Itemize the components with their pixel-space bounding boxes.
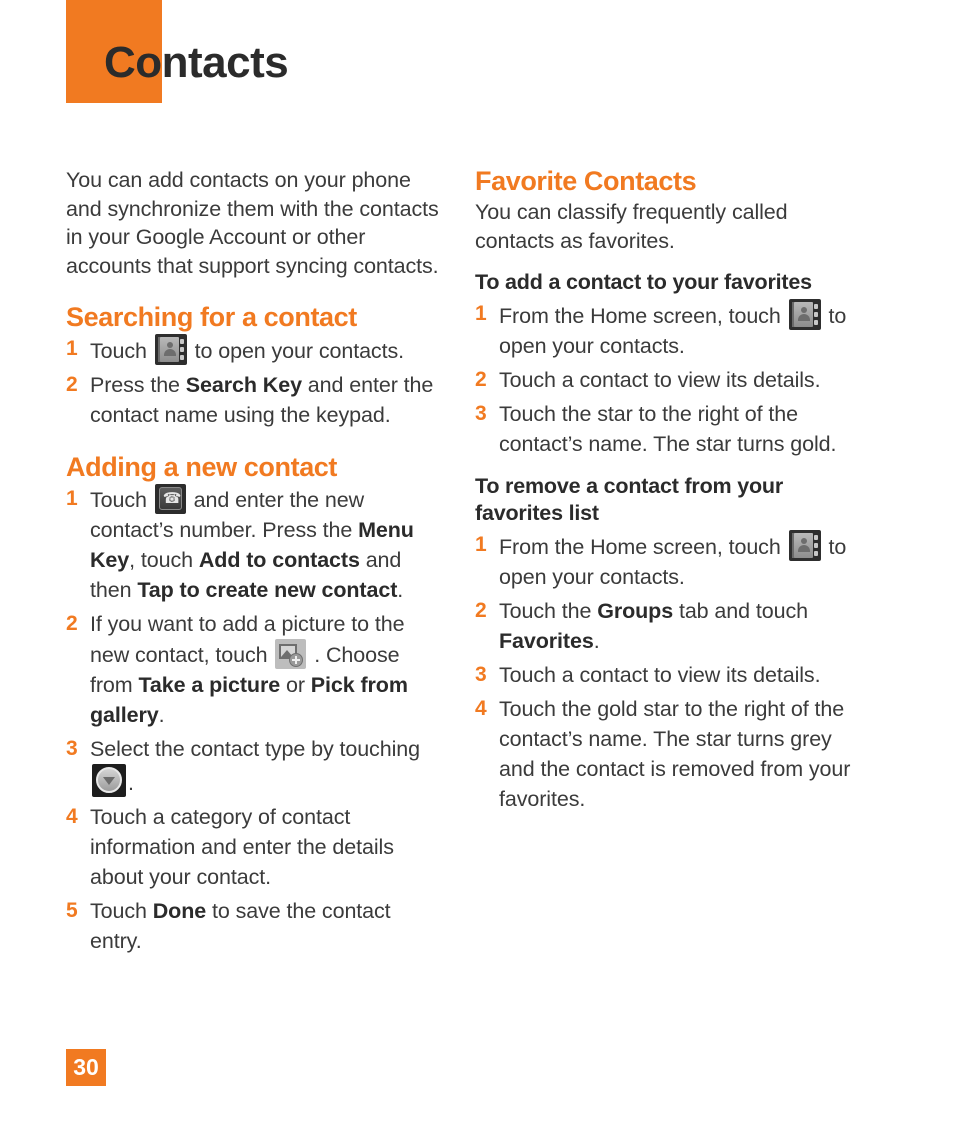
- left-column: You can add contacts on your phone and s…: [66, 166, 446, 960]
- step-item: 1 From the Home screen, touch to open you…: [475, 299, 855, 361]
- emphasis-text: Search Key: [185, 373, 302, 398]
- step-number: 3: [475, 402, 487, 426]
- step-number: 3: [66, 737, 78, 761]
- body-text: Touch: [90, 899, 153, 924]
- step-number: 2: [475, 599, 487, 623]
- step-item: 5 Touch Done to save the contact entry.: [66, 896, 446, 956]
- body-text: Touch the: [499, 599, 598, 624]
- section-heading: Adding a new contact: [66, 452, 338, 483]
- step-item: 3 Touch a contact to view its details.: [475, 660, 855, 690]
- step-number: 3: [475, 663, 487, 687]
- step-number: 2: [475, 368, 487, 392]
- body-text: Touch the gold star to the right of the …: [499, 697, 851, 812]
- body-text: .: [397, 578, 404, 603]
- page-number-badge: 30: [66, 1049, 106, 1086]
- phone-dial-icon: ☎: [154, 484, 186, 515]
- body-text: Touch: [90, 488, 153, 513]
- step-number: 4: [475, 697, 487, 721]
- body-text: Touch a contact to view its details.: [499, 368, 821, 393]
- contacts-book-icon: [788, 299, 821, 331]
- step-list: 1 Touch ☎ and enter the new contact’s num…: [66, 484, 446, 956]
- step-item: 2 Press the Search Key and enter the cont…: [66, 370, 446, 430]
- step-number: 5: [66, 899, 78, 923]
- step-number: 1: [66, 487, 78, 511]
- body-text: .: [128, 771, 134, 796]
- emphasis-text: Done: [152, 899, 207, 924]
- step-item: 4 Touch the gold star to the right of the…: [475, 694, 855, 814]
- body-text: Touch: [90, 339, 153, 364]
- emphasis-text: Take a picture: [138, 673, 281, 698]
- contacts-book-icon: [788, 530, 821, 562]
- body-text: or: [280, 673, 311, 698]
- step-item: 2 If you want to add a picture to the new…: [66, 609, 446, 730]
- emphasis-text: Groups: [597, 599, 674, 624]
- body-text: , touch: [129, 548, 199, 573]
- intro-paragraph: You can add contacts on your phone and s…: [66, 168, 439, 278]
- body-text: Press the: [90, 373, 186, 398]
- add-picture-icon: [275, 639, 307, 670]
- step-number: 4: [66, 805, 78, 829]
- body-text: From the Home screen, touch: [499, 535, 787, 560]
- page-header: Contacts: [0, 0, 954, 120]
- body-text: Select the contact type by touching: [90, 737, 420, 762]
- body-text: .: [158, 703, 165, 728]
- step-list: 1 Touch to open your contacts. 2 Press the …: [66, 334, 446, 430]
- step-item: 1 Touch ☎ and enter the new contact’s num…: [66, 484, 446, 605]
- page-title: Contacts: [104, 38, 289, 87]
- step-item: 2 Touch a contact to view its details.: [475, 365, 855, 395]
- emphasis-text: Tap to create new contact: [137, 578, 398, 603]
- dropdown-circle-icon: [92, 764, 126, 798]
- body-text: From the Home screen, touch: [499, 304, 787, 329]
- step-item: 4 Touch a category of contact information…: [66, 802, 446, 892]
- body-text: Touch a contact to view its details.: [499, 663, 821, 688]
- body-text: tab and touch: [673, 599, 808, 624]
- right-column: Favorite Contacts You can classify freque…: [475, 166, 855, 818]
- step-number: 2: [66, 373, 78, 397]
- sub-heading: To add a contact to your favorites: [475, 270, 812, 295]
- body-text: Touch the star to the right of the conta…: [499, 402, 837, 457]
- emphasis-text: Favorites: [499, 629, 594, 654]
- step-list: 1 From the Home screen, touch to open you…: [475, 299, 855, 459]
- step-number: 1: [475, 533, 487, 557]
- step-number: 2: [66, 612, 78, 636]
- emphasis-text: Add to contacts: [198, 548, 360, 573]
- step-item: 3 Select the contact type by touching .: [66, 734, 446, 798]
- step-number: 1: [66, 337, 78, 361]
- step-item: 1 From the Home screen, touch to open you…: [475, 530, 855, 592]
- section-heading: Favorite Contacts: [475, 166, 697, 196]
- step-item: 3 Touch the star to the right of the cont…: [475, 399, 855, 459]
- contacts-book-icon: [154, 334, 187, 366]
- body-text: to open your contacts.: [188, 339, 404, 364]
- sub-heading: To remove a contact from your favorites …: [475, 474, 784, 526]
- section-intro: You can classify frequently called conta…: [475, 200, 788, 253]
- step-number: 1: [475, 302, 487, 326]
- section-heading: Searching for a contact: [66, 302, 357, 332]
- step-list: 1 From the Home screen, touch to open you…: [475, 530, 855, 814]
- body-text: .: [593, 629, 600, 654]
- step-item: 1 Touch to open your contacts.: [66, 334, 446, 366]
- body-text: Touch a category of contact information …: [90, 805, 394, 890]
- step-item: 2 Touch the Groups tab and touch Favorite…: [475, 596, 855, 656]
